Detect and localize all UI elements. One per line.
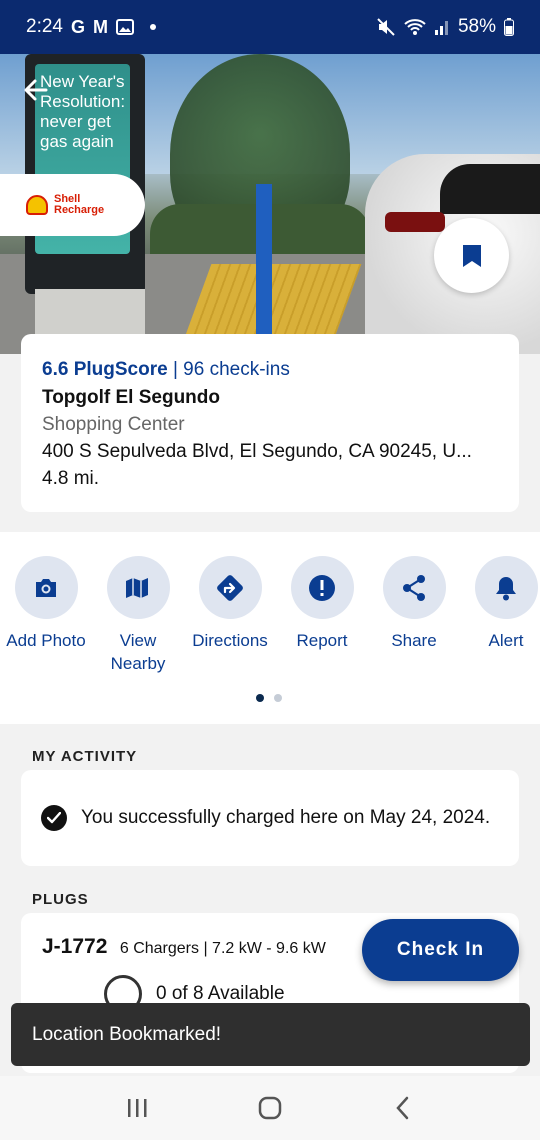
pager-dot — [274, 694, 282, 702]
recent-apps-icon — [127, 1099, 147, 1117]
my-activity-title: MY ACTIVITY — [32, 748, 138, 765]
actions-row[interactable]: Add Photo View Nearby Directions Report … — [0, 556, 540, 675]
system-back-button[interactable] — [383, 1088, 423, 1128]
actions-panel: Add Photo View Nearby Directions Report … — [0, 532, 540, 724]
directions-icon — [217, 574, 243, 601]
battery-icon — [504, 18, 514, 36]
plug-meta: 6 Chargers | 7.2 kW - 9.6 kW — [119, 940, 326, 957]
gmail-icon: M — [93, 16, 108, 37]
chevron-left-icon — [396, 1096, 409, 1120]
location-name: Topgolf El Segundo — [42, 387, 221, 408]
mute-icon — [377, 18, 395, 36]
google-icon: G — [70, 16, 85, 37]
location-type: Shopping Center — [42, 414, 185, 435]
brand-name: Shell Recharge — [54, 193, 105, 216]
plug-availability: 0 of 8 Available — [156, 983, 285, 1004]
signal-icon — [434, 21, 448, 35]
bell-icon — [496, 576, 516, 600]
view-nearby-label: View Nearby — [110, 631, 166, 673]
actions-pager — [256, 694, 282, 702]
bookmark-button[interactable] — [434, 218, 509, 293]
status-time: 2:24 — [26, 16, 63, 37]
toast-message: Location Bookmarked! — [32, 1023, 222, 1045]
directions-label: Directions — [192, 631, 268, 650]
plug-type: J-1772 — [42, 935, 108, 958]
checkin-count[interactable]: | 96 check-ins — [168, 359, 290, 380]
report-button[interactable]: Report — [276, 556, 368, 675]
system-nav-bar — [0, 1076, 540, 1140]
share-icon — [403, 574, 425, 601]
bookmark-toast: Location Bookmarked! — [11, 1003, 530, 1066]
bookmark-icon — [462, 244, 481, 267]
arrow-left-icon — [24, 79, 48, 101]
plugscore[interactable]: 6.6 PlugScore — [42, 359, 168, 380]
report-icon — [309, 574, 335, 601]
notification-dot-icon — [150, 24, 156, 30]
plugscore-line: 6.6 PlugScore | 96 check-ins — [42, 358, 498, 382]
add-photo-label: Add Photo — [6, 631, 86, 650]
location-address: 400 S Sepulveda Blvd, El Segundo, CA 902… — [42, 441, 472, 462]
alert-button[interactable]: Alert — [460, 556, 540, 675]
activity-message: You successfully charged here on May 24,… — [81, 807, 491, 828]
checkmark-icon — [41, 805, 67, 831]
activity-card: You successfully charged here on May 24,… — [21, 770, 519, 866]
plugs-title: PLUGS — [32, 891, 89, 908]
battery-percent: 58% — [457, 16, 496, 37]
location-info-card: 6.6 PlugScore | 96 check-ins Topgolf El … — [21, 334, 519, 512]
alert-label: Alert — [488, 631, 524, 650]
home-icon — [258, 1096, 282, 1120]
map-icon — [126, 577, 148, 598]
back-button[interactable] — [22, 76, 54, 108]
network-brand-pill: Shell Recharge — [0, 174, 145, 236]
camera-icon — [36, 578, 56, 597]
shell-logo-icon — [26, 195, 48, 215]
directions-button[interactable]: Directions — [184, 556, 276, 675]
add-photo-button[interactable]: Add Photo — [0, 556, 92, 675]
location-distance: 4.8 mi. — [42, 468, 100, 489]
report-label: Report — [296, 631, 348, 650]
gallery-icon — [116, 19, 134, 35]
pager-dot-active — [256, 694, 264, 702]
wifi-icon — [404, 19, 426, 35]
view-nearby-button[interactable]: View Nearby — [92, 556, 184, 675]
share-button[interactable]: Share — [368, 556, 460, 675]
check-in-button[interactable]: Check In — [362, 919, 519, 981]
recent-apps-button[interactable] — [117, 1088, 157, 1128]
home-button[interactable] — [250, 1088, 290, 1128]
status-bar: 2:24 G M 58% — [0, 0, 540, 54]
share-label: Share — [391, 631, 437, 650]
